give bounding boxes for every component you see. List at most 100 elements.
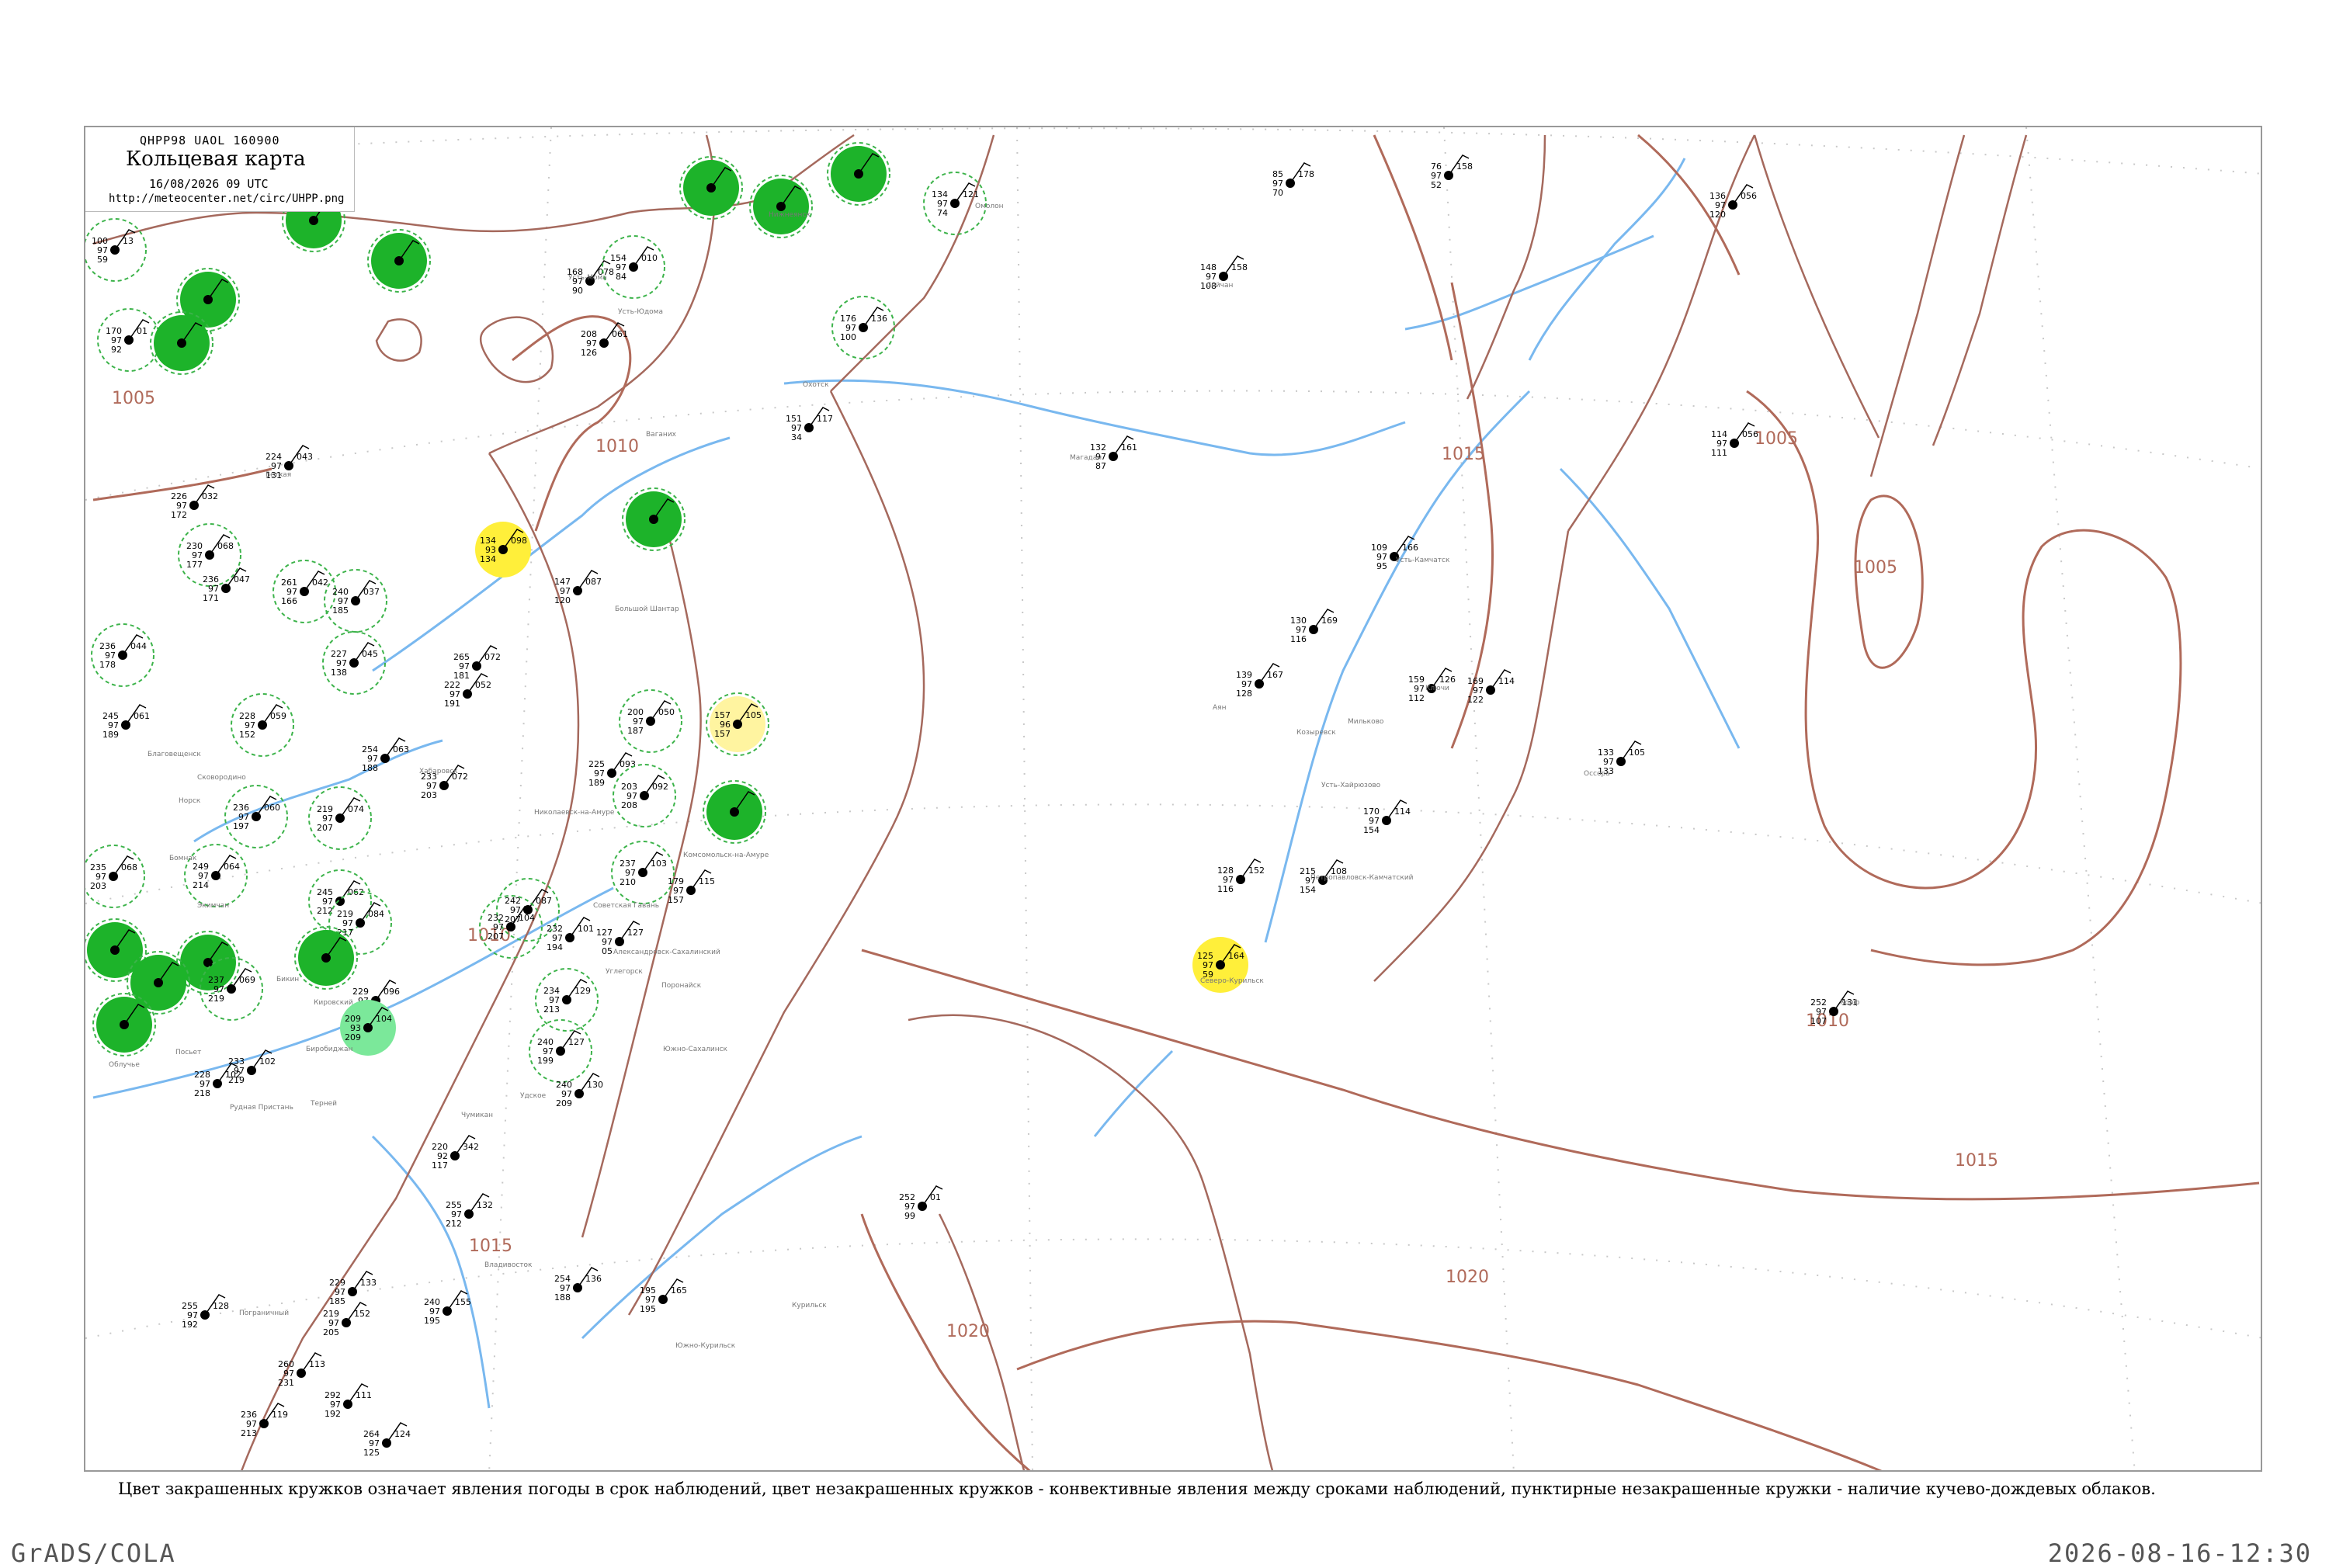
station-pressure: 167 bbox=[1267, 670, 1283, 680]
station-plot[interactable]: 128 15297116 bbox=[1217, 859, 1265, 894]
place-label: Александровск-Сахалинский bbox=[613, 949, 720, 956]
station-pressure: 158 bbox=[1231, 262, 1248, 272]
station-pressure: 043 bbox=[297, 452, 313, 462]
isobar-1010-north bbox=[512, 315, 632, 532]
place-label: Бикин bbox=[276, 976, 299, 983]
station-plot[interactable]: 170 11497154 bbox=[1363, 800, 1411, 835]
station-plot[interactable]: 240 13097209 bbox=[556, 1073, 603, 1108]
station-pressure: 130 bbox=[587, 1080, 603, 1090]
station-plot[interactable] bbox=[622, 487, 686, 551]
place-label: Курильск bbox=[792, 1302, 827, 1310]
station-plot[interactable]: 232 10197194 bbox=[547, 917, 594, 952]
station-plot[interactable]: 219 15297205 bbox=[323, 1302, 370, 1337]
station-pressure: 124 bbox=[394, 1429, 411, 1439]
place-labels: Усть-Мома Усть-Юдома Ветхая Ваганих Магадан О… bbox=[109, 203, 1860, 1350]
station-plot[interactable]: 265 07297181 bbox=[453, 645, 501, 681]
station-pressure: 087 bbox=[585, 577, 602, 587]
station-plot[interactable]: 292 11197192 bbox=[325, 1383, 372, 1419]
station-plot[interactable]: 254 13697188 bbox=[554, 1267, 602, 1303]
station-plot[interactable]: 134 09893134 bbox=[475, 522, 531, 578]
station-plot[interactable]: 227 04597138 bbox=[322, 631, 386, 695]
station-dewpoint: 209 bbox=[345, 1032, 361, 1042]
station-plot[interactable]: 203 09297208 bbox=[613, 764, 676, 827]
station-plot[interactable]: 219 07497207 bbox=[308, 786, 372, 850]
station-dewpoint: 52 bbox=[1431, 180, 1442, 190]
station-plot[interactable] bbox=[749, 175, 813, 238]
station-plot[interactable]: 220 34292117 bbox=[432, 1135, 479, 1171]
station-plot[interactable]: 236 04497178 bbox=[91, 623, 154, 687]
station-pressure: 152 bbox=[354, 1309, 370, 1319]
station-plot[interactable]: 85 1789770 bbox=[1272, 162, 1314, 198]
station-dewpoint: 207 bbox=[488, 931, 504, 942]
station-plot[interactable] bbox=[150, 311, 213, 375]
station-plot[interactable] bbox=[827, 142, 890, 206]
station-plot[interactable]: 147 08797120 bbox=[554, 570, 602, 605]
station-pressure: 342 bbox=[463, 1142, 479, 1152]
station-dewpoint: 192 bbox=[182, 1320, 198, 1330]
station-plot[interactable]: 249 06497214 bbox=[184, 844, 248, 907]
station-plot[interactable]: 114 05697111 bbox=[1711, 422, 1758, 458]
station-pressure: 164 bbox=[1228, 951, 1244, 961]
station-plot[interactable]: 237 10397210 bbox=[611, 841, 675, 904]
station-plot[interactable]: 228 05997152 bbox=[231, 693, 294, 757]
grid-line bbox=[85, 1238, 2261, 1339]
station-plot[interactable]: 240 15597195 bbox=[424, 1290, 471, 1326]
station-plot[interactable]: 229 13397185 bbox=[329, 1271, 377, 1306]
place-label: Облучье bbox=[109, 1061, 140, 1069]
station-plot[interactable]: 136 05697120 bbox=[1709, 184, 1757, 220]
station-plot[interactable]: 176 13697100 bbox=[831, 296, 895, 359]
station-plot[interactable] bbox=[367, 229, 431, 293]
station-plot[interactable]: 245 06197189 bbox=[102, 704, 150, 740]
place-label: Усть-Камчатск bbox=[1396, 557, 1450, 564]
place-label: Бомнак bbox=[169, 855, 197, 862]
station-plot[interactable]: 169 11497122 bbox=[1467, 669, 1515, 705]
station-plot[interactable]: 236 11997213 bbox=[241, 1403, 288, 1438]
station-pressure: 010 bbox=[641, 253, 658, 263]
station-plot[interactable] bbox=[92, 993, 156, 1056]
station-plot[interactable]: 240 12797199 bbox=[529, 1019, 592, 1083]
station-plot[interactable] bbox=[703, 780, 766, 844]
station-plot[interactable]: 236 04797171 bbox=[203, 567, 250, 603]
station-plot[interactable]: 252 019799 bbox=[899, 1185, 943, 1221]
place-label: Пограничный bbox=[239, 1310, 289, 1317]
station-plot[interactable]: 236 06097197 bbox=[224, 785, 288, 848]
station-plot[interactable]: 264 12497125 bbox=[363, 1422, 411, 1458]
station-plot[interactable]: 200 05097187 bbox=[619, 689, 682, 753]
map-frame[interactable]: 1005 1010 1010 1015 1015 1005 1005 1010 … bbox=[84, 126, 2262, 1472]
station-dewpoint: 195 bbox=[640, 1304, 656, 1314]
isobar-1015 bbox=[861, 949, 2260, 1201]
station-pressure: 044 bbox=[130, 641, 147, 651]
station-dewpoint: 205 bbox=[323, 1327, 339, 1337]
station-plot[interactable]: 100 139759 bbox=[85, 218, 147, 282]
weather-map[interactable]: 1005 1010 1010 1015 1015 1005 1005 1010 … bbox=[85, 127, 2262, 1472]
station-dewpoint: 74 bbox=[937, 208, 948, 218]
map-title: Кольцевая карта bbox=[126, 147, 306, 171]
station-plot[interactable]: 260 11397231 bbox=[278, 1352, 325, 1388]
station-plot[interactable]: 255 13297212 bbox=[446, 1193, 493, 1229]
station-dewpoint: 203 bbox=[421, 790, 437, 800]
station-pressure: 052 bbox=[475, 680, 491, 690]
station-plot[interactable]: 235 06897203 bbox=[85, 845, 145, 908]
station-plot[interactable]: 233 10297219 bbox=[228, 1049, 276, 1085]
station-plot[interactable]: 151 1179734 bbox=[786, 407, 833, 442]
station-plot[interactable]: 226 03297172 bbox=[171, 484, 218, 520]
station-plot[interactable]: 255 12897192 bbox=[182, 1294, 229, 1330]
source-url[interactable]: http://meteocenter.net/circ/UHPP.png bbox=[109, 193, 344, 205]
station-dewpoint: 125 bbox=[363, 1448, 380, 1458]
station-pressure: 01 bbox=[930, 1192, 941, 1202]
bulletin-code: QHPP98 UAOL 160900 bbox=[140, 134, 280, 147]
river bbox=[371, 1135, 491, 1409]
station-plot[interactable]: 157 10596157 bbox=[706, 692, 769, 756]
place-label: Охотск bbox=[803, 381, 829, 389]
island bbox=[480, 316, 554, 383]
station-dewpoint: 59 bbox=[97, 255, 108, 265]
station-plot[interactable]: 130 16997116 bbox=[1290, 609, 1338, 644]
isobar-label: 1015 bbox=[1442, 445, 1485, 464]
station-dewpoint: 231 bbox=[278, 1378, 294, 1388]
station-plot[interactable]: 139 16797128 bbox=[1236, 663, 1283, 699]
station-plot[interactable]: 234 12997213 bbox=[535, 968, 599, 1032]
station-plot[interactable] bbox=[679, 156, 743, 220]
station-plot[interactable]: 76 1589752 bbox=[1431, 154, 1473, 190]
place-label: Сейчан bbox=[1206, 282, 1234, 290]
station-plot[interactable] bbox=[294, 926, 358, 990]
